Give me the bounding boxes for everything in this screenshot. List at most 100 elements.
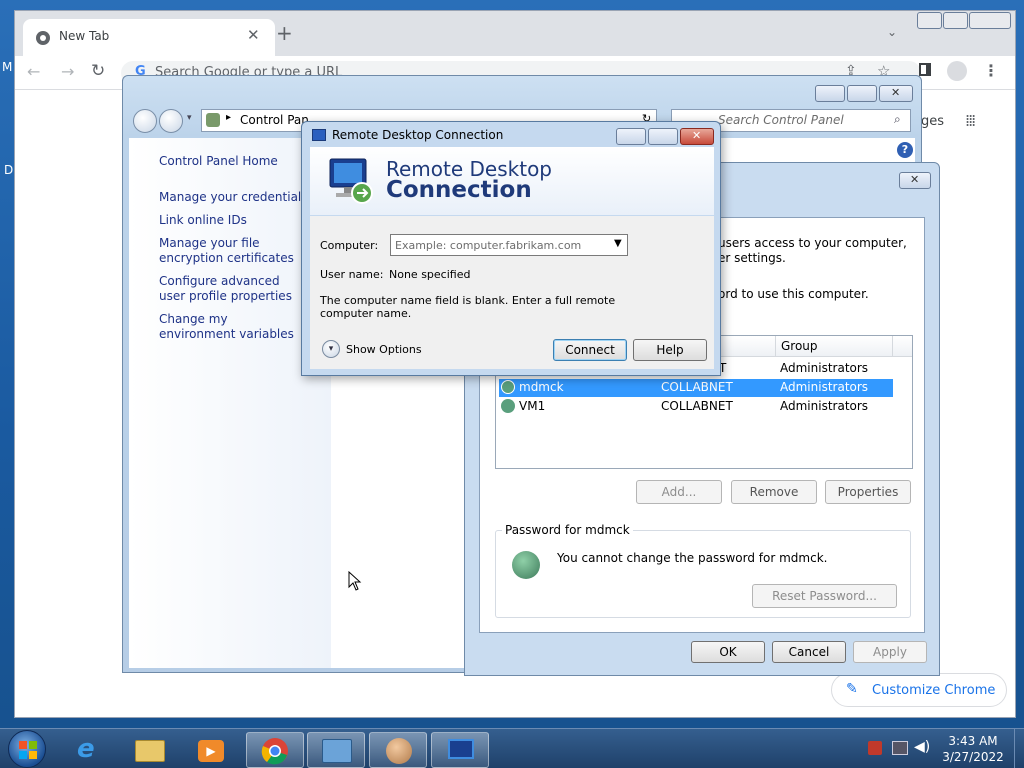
user-icon — [501, 380, 515, 394]
back-button[interactable] — [133, 109, 157, 133]
control-panel-taskbar-button[interactable] — [307, 732, 365, 768]
desktop-icon-label-fragment: M — [2, 60, 13, 74]
add-user-button[interactable]: Add... — [636, 480, 722, 504]
control-panel-icon — [206, 113, 220, 127]
maximize-button[interactable] — [943, 12, 968, 29]
search-placeholder: Search Control Panel — [718, 113, 844, 127]
back-arrow-icon[interactable]: ← — [27, 62, 40, 81]
control-panel-icon — [322, 739, 352, 763]
reload-icon[interactable]: ↻ — [91, 61, 105, 81]
maximize-button[interactable] — [847, 85, 877, 102]
start-button[interactable] — [8, 730, 46, 768]
connect-button[interactable]: Connect — [553, 339, 627, 361]
users-icon — [386, 738, 412, 764]
tab-search-chevron-icon[interactable]: ⌄ — [887, 25, 897, 39]
images-link-fragment[interactable]: ges — [921, 114, 944, 129]
chrome-favicon-icon — [36, 31, 50, 45]
control-panel-home-link[interactable]: Control Panel Home — [159, 154, 278, 169]
table-row-selected[interactable]: mdmck COLLABNET Administrators — [499, 379, 893, 397]
file-encryption-link[interactable]: Manage your file encryption certificates — [159, 236, 307, 266]
row-group: Administrators — [780, 380, 869, 394]
menu-kebab-icon[interactable]: ⋮ — [983, 61, 999, 80]
ok-button[interactable]: OK — [691, 641, 765, 663]
clock-date: 3/27/2022 — [942, 750, 1004, 764]
cancel-button[interactable]: Cancel — [772, 641, 846, 663]
dropdown-arrow-icon[interactable]: ▼ — [614, 238, 622, 249]
volume-icon[interactable]: ◀) — [914, 739, 930, 755]
chrome-icon — [261, 738, 288, 765]
minimize-button[interactable] — [917, 12, 942, 29]
password-group: Password for mdmck You cannot change the… — [495, 523, 911, 618]
computer-field[interactable]: Example: computer.fabrikam.com ▼ — [390, 234, 628, 256]
chrome-taskbar-button[interactable] — [246, 732, 304, 768]
remove-user-button[interactable]: Remove — [731, 480, 817, 504]
row-domain: COLLABNET — [661, 380, 733, 394]
help-icon[interactable]: ? — [897, 142, 913, 158]
row-user: VM1 — [519, 399, 546, 413]
username-value: None specified — [389, 268, 471, 281]
row-group: Administrators — [780, 399, 869, 413]
media-player-icon: ▶ — [198, 740, 224, 762]
close-button[interactable]: ✕ — [680, 128, 714, 145]
close-button[interactable]: ✕ — [879, 85, 913, 102]
close-tab-icon[interactable]: ✕ — [247, 26, 260, 44]
customize-chrome-button[interactable]: ✎ Customize Chrome — [831, 673, 1007, 707]
banner-title-line2: Connection — [386, 177, 532, 203]
file-explorer-taskbar-button[interactable] — [121, 732, 179, 768]
username-label: User name: — [320, 268, 384, 281]
row-user: mdmck — [519, 380, 564, 394]
folder-icon — [135, 740, 165, 762]
side-panel-icon[interactable] — [919, 63, 931, 76]
row-group: Administrators — [780, 361, 869, 375]
clock[interactable]: 3:43 AM 3/27/2022 — [938, 733, 1008, 765]
environment-variables-link[interactable]: Change my environment variables — [159, 312, 307, 342]
taskbar: e ▶ ◀) 3:43 AM 3/27/2022 — [0, 728, 1024, 768]
help-button[interactable]: Help — [633, 339, 707, 361]
chevron-down-icon[interactable]: ▾ — [322, 340, 340, 358]
computer-label: Computer: — [320, 239, 379, 252]
row-domain: COLLABNET — [661, 399, 733, 413]
show-desktop-button[interactable] — [1014, 729, 1024, 768]
forward-arrow-icon[interactable]: → — [61, 62, 74, 81]
maximize-button[interactable] — [648, 128, 678, 145]
intro-text-2: ord to use this computer. — [718, 287, 869, 301]
blank-computer-message: The computer name field is blank. Enter … — [320, 294, 616, 320]
column-divider — [892, 336, 893, 357]
apps-grid-icon[interactable]: ⁞⁞⁞ — [965, 111, 976, 130]
remote-desktop-icon — [329, 158, 373, 204]
column-header-group[interactable]: Group — [775, 336, 818, 356]
internet-explorer-taskbar-button[interactable]: e — [61, 732, 119, 768]
history-dropdown-icon[interactable]: ▾ — [187, 113, 192, 123]
show-options-link[interactable]: Show Options — [346, 343, 422, 356]
profile-avatar-icon[interactable] — [947, 61, 967, 81]
clock-time: 3:43 AM — [948, 734, 998, 748]
windows-logo-icon — [19, 741, 37, 759]
rdc-body: Computer: Example: computer.fabrikam.com… — [310, 216, 714, 369]
minimize-button[interactable] — [815, 85, 845, 102]
media-player-taskbar-button[interactable]: ▶ — [182, 732, 240, 768]
mouse-cursor-icon — [348, 571, 362, 591]
user-icon — [501, 399, 515, 413]
network-icon[interactable] — [892, 741, 908, 755]
remote-desktop-taskbar-button[interactable] — [431, 732, 489, 768]
user-accounts-taskbar-button[interactable] — [369, 732, 427, 768]
apply-button[interactable]: Apply — [853, 641, 927, 663]
forward-button[interactable] — [159, 109, 183, 133]
reset-password-button[interactable]: Reset Password... — [752, 584, 897, 608]
search-icon: ⌕ — [894, 112, 901, 126]
remote-desktop-dialog: Remote Desktop Connection ✕ Remote Deskt… — [301, 121, 721, 376]
computer-field-placeholder: Example: computer.fabrikam.com — [395, 239, 582, 252]
close-button[interactable]: ✕ — [899, 172, 931, 189]
table-row[interactable]: VM1 COLLABNET Administrators — [499, 398, 893, 416]
action-center-flag-icon[interactable] — [868, 741, 882, 755]
new-tab-button[interactable]: + — [276, 23, 293, 43]
tab-new-tab[interactable]: New Tab ✕ — [23, 19, 275, 56]
minimize-button[interactable] — [616, 128, 646, 145]
intro-text: users access to your computer, er settin… — [718, 236, 907, 265]
close-button[interactable] — [969, 12, 1011, 29]
password-message: You cannot change the password for mdmck… — [557, 551, 828, 565]
breadcrumb-arrow-icon: ▸ — [226, 112, 232, 123]
properties-button[interactable]: Properties — [825, 480, 911, 504]
advanced-profile-link[interactable]: Configure advanced user profile properti… — [159, 274, 307, 304]
user-account-icon — [512, 551, 540, 579]
